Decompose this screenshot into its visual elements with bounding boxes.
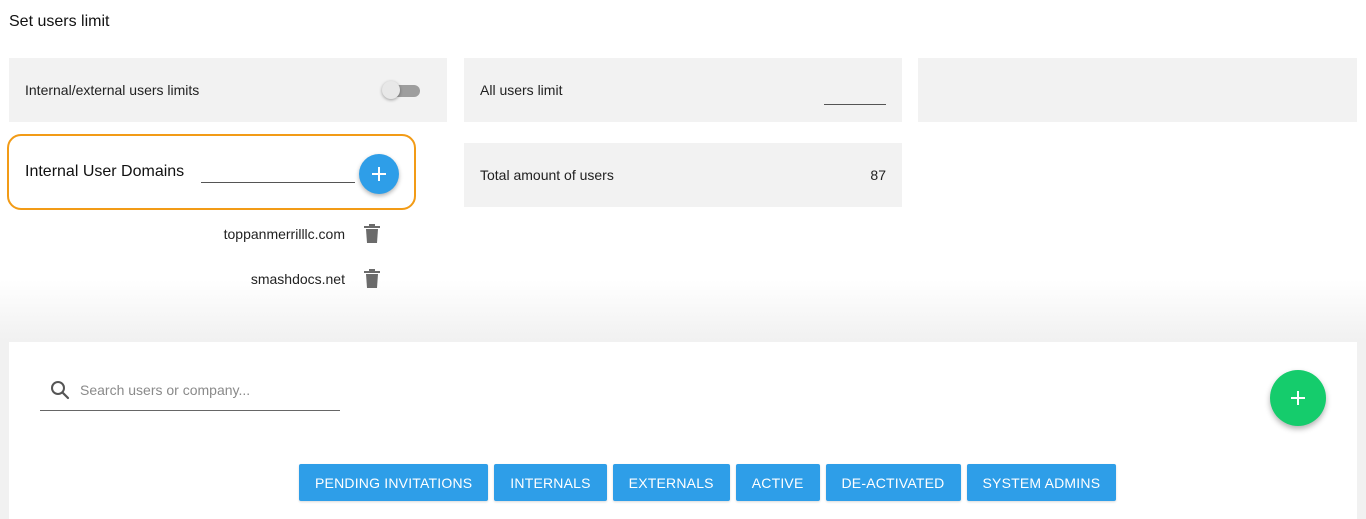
page-title: Set users limit: [9, 13, 110, 30]
internal-external-limits-card: Internal/external users limits: [9, 58, 447, 122]
users-panel: PENDING INVITATIONS INTERNALS EXTERNALS …: [9, 342, 1357, 519]
user-filter-bar: PENDING INVITATIONS INTERNALS EXTERNALS …: [299, 464, 1117, 501]
add-user-button[interactable]: [1270, 370, 1326, 426]
all-users-limit-input[interactable]: [824, 88, 886, 105]
plus-icon: [1291, 391, 1305, 405]
toggle-knob: [382, 81, 400, 99]
internal-user-domains-box: Internal User Domains: [7, 134, 416, 210]
internal-external-limits-label: Internal/external users limits: [25, 82, 200, 98]
filter-system-admins-button[interactable]: SYSTEM ADMINS: [966, 464, 1117, 501]
filter-externals-button[interactable]: EXTERNALS: [612, 464, 730, 501]
all-users-limit-label: All users limit: [480, 82, 563, 98]
total-users-label: Total amount of users: [480, 167, 614, 183]
search-bar: [40, 375, 340, 411]
search-icon: [51, 381, 70, 400]
domain-item: smashdocs.net: [0, 267, 390, 291]
domain-item: toppanmerrilllc.com: [0, 222, 390, 246]
domain-name: toppanmerrilllc.com: [223, 226, 345, 242]
domain-name: smashdocs.net: [250, 271, 345, 287]
filter-pending-invitations-button[interactable]: PENDING INVITATIONS: [299, 464, 489, 501]
domain-input[interactable]: [201, 166, 355, 183]
trash-icon[interactable]: [363, 224, 381, 244]
total-users-value: 87: [870, 167, 886, 183]
total-users-card: Total amount of users 87: [464, 143, 902, 207]
filter-internals-button[interactable]: INTERNALS: [494, 464, 607, 501]
plus-icon: [372, 167, 386, 181]
all-users-limit-card: All users limit: [464, 58, 902, 122]
internal-user-domains-label: Internal User Domains: [25, 163, 185, 180]
trash-icon[interactable]: [363, 269, 381, 289]
empty-card: [918, 58, 1357, 122]
add-domain-button[interactable]: [359, 154, 399, 194]
search-input[interactable]: [80, 379, 330, 401]
filter-deactivated-button[interactable]: DE-ACTIVATED: [825, 464, 961, 501]
filter-active-button[interactable]: ACTIVE: [735, 464, 820, 501]
internal-external-limits-toggle[interactable]: [382, 81, 420, 99]
